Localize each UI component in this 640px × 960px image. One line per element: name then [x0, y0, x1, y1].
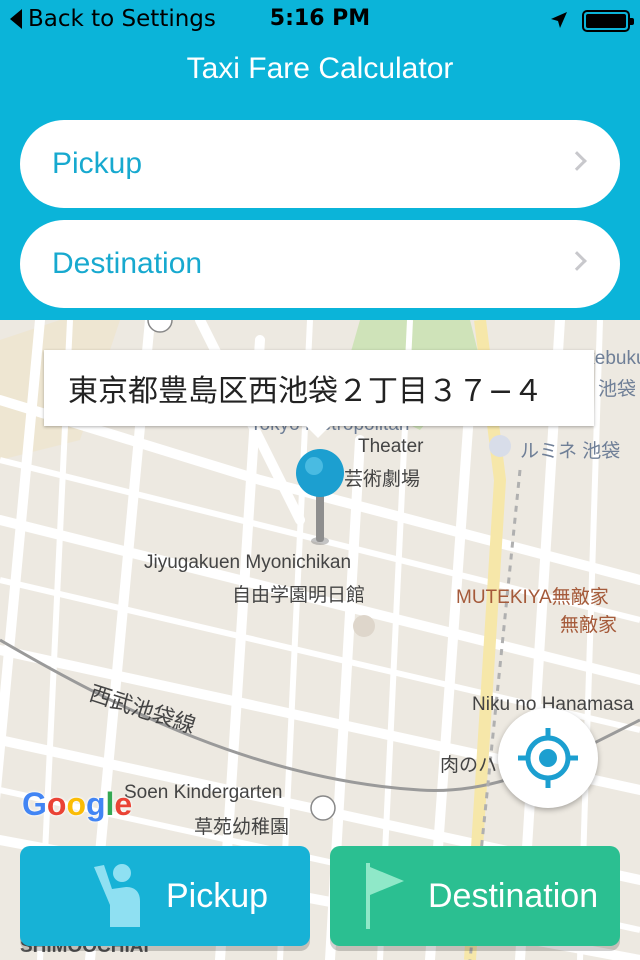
map-label-mutekiya: MUTEKIYA無敵家 — [456, 587, 609, 608]
map-label-soen-jp: 草苑幼稚園 — [194, 817, 290, 838]
page-title: Taxi Fare Calculator — [186, 52, 454, 85]
location-arrow-icon — [551, 12, 567, 28]
pickup-field-label: Pickup — [52, 147, 143, 180]
map-label-jiyugakuen-jp: 自由学園明日館 — [232, 585, 366, 606]
map-pin-icon — [296, 449, 344, 545]
crosshair-icon — [518, 728, 578, 788]
map-label-jiyugakuen-en: Jiyugakuen Myonichikan — [144, 552, 352, 573]
map-label-geijutsu: 芸術劇場 — [344, 469, 421, 490]
status-time: 5:16 PM — [269, 6, 371, 31]
my-location-button[interactable] — [498, 708, 598, 808]
map-label-mutekiya-jp: 無敵家 — [560, 615, 618, 636]
person-waving-icon — [94, 864, 140, 927]
destination-button-label: Destination — [428, 876, 599, 915]
callout-tail — [306, 426, 330, 438]
header: Back to Settings 5:16 PM Taxi Fare Calcu… — [0, 0, 640, 320]
pickup-button-label: Pickup — [166, 876, 269, 915]
destination-field[interactable]: Destination — [20, 220, 620, 308]
address-text: 東京都豊島区西池袋２丁目３７−４ — [68, 374, 544, 409]
address-callout: 東京都豊島区西池袋２丁目３７−４ — [44, 350, 594, 438]
chevron-right-icon — [567, 151, 587, 171]
destination-button[interactable]: Destination — [330, 846, 620, 946]
map-label-theater: Theater — [358, 436, 424, 457]
map-label-soen-en: Soen Kindergarten — [124, 782, 283, 803]
pickup-field[interactable]: Pickup — [20, 120, 620, 208]
google-logo: Google — [22, 786, 133, 822]
map-label-lumine: ルミネ 池袋 — [520, 441, 621, 462]
status-bar: Back to Settings 5:16 PM — [0, 0, 640, 40]
battery-icon — [582, 10, 634, 32]
map-label-ikebukuro-jp: 池袋 — [598, 379, 637, 400]
pickup-button[interactable]: Pickup — [20, 846, 310, 946]
destination-field-label: Destination — [52, 247, 203, 280]
flag-icon — [366, 863, 404, 929]
chevron-right-icon — [567, 251, 587, 271]
